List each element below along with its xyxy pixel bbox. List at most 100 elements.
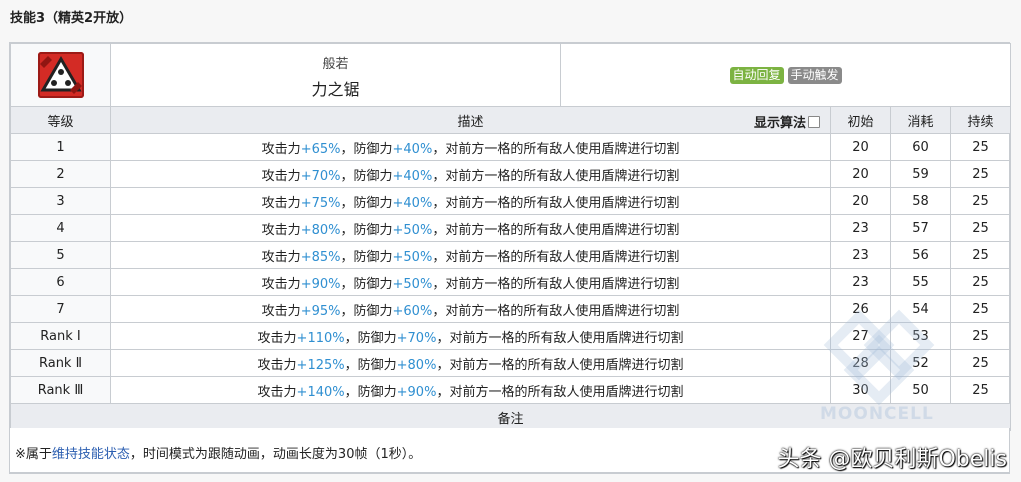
level-cell: Rank Ⅱ	[10, 349, 111, 377]
desc-atk-value: +90%	[300, 276, 341, 292]
level-rows: 1 攻击力+65%，防御力+40%，对前方一格的所有敌人使用盾牌进行切割 20 60 2…	[10, 133, 1012, 404]
desc-def-value: +50%	[392, 249, 433, 265]
col-level-header: 等级	[10, 106, 111, 134]
level-cell: Rank Ⅲ	[10, 376, 111, 404]
show-formula-toggle[interactable]: 显示算法	[754, 112, 820, 131]
desc-sep: ，	[344, 357, 358, 373]
desc-atk-value: +140%	[296, 384, 345, 400]
duration-cell: 25	[949, 241, 1012, 269]
desc-atk-value: +125%	[296, 357, 345, 373]
desc-sep: ，	[340, 168, 354, 184]
duration-cell: 25	[949, 160, 1012, 188]
col-description-header: 描述 显示算法	[110, 106, 831, 134]
cost-cell: 52	[890, 349, 951, 377]
section-title: 技能3（精英2开放）	[10, 11, 133, 26]
skill-icon-cell	[10, 43, 111, 107]
desc-atk-label: 攻击力	[261, 195, 301, 211]
cost-cell: 59	[890, 160, 951, 188]
desc-def-label: 防御力	[357, 384, 397, 400]
show-formula-label: 显示算法	[753, 116, 806, 131]
desc-atk-label: 攻击力	[257, 330, 297, 346]
desc-atk-value: +95%	[300, 303, 341, 319]
table-row: Rank Ⅱ 攻击力+125%，防御力+80%，对前方一格的所有敌人使用盾牌进行切…	[10, 349, 1012, 377]
desc-def-value: +60%	[392, 303, 433, 319]
desc-rest: ，对前方一格的所有敌人使用盾牌进行切割	[432, 195, 680, 211]
table-row: 7 攻击力+95%，防御力+60%，对前方一格的所有敌人使用盾牌进行切割 26 54 2…	[10, 295, 1012, 323]
desc-def-label: 防御力	[357, 330, 397, 346]
desc-atk-value: +70%	[300, 168, 341, 184]
desc-sep: ，	[340, 222, 354, 238]
desc-atk-label: 攻击力	[257, 357, 297, 373]
skill-tags-cell: 自动回复 手动触发	[559, 43, 1012, 107]
col-duration-header: 持续	[949, 106, 1012, 134]
credit-watermark: 头条 @欧贝利斯Obelis	[777, 447, 1008, 472]
skill-name-cell: 般若 力之锯	[110, 43, 561, 107]
desc-rest: ，对前方一格的所有敌人使用盾牌进行切割	[436, 357, 684, 373]
maintain-skill-state-link[interactable]: 维持技能状态	[52, 447, 130, 462]
initial-cell: 27	[830, 322, 891, 350]
show-formula-checkbox[interactable]	[808, 116, 820, 128]
level-cell: Rank Ⅰ	[10, 322, 111, 350]
cost-cell: 53	[890, 322, 951, 350]
desc-atk-label: 攻击力	[257, 384, 297, 400]
skill-header-row: 般若 力之锯 自动回复 手动触发	[10, 43, 1012, 107]
description-cell: 攻击力+70%，防御力+40%，对前方一格的所有敌人使用盾牌进行切割	[110, 160, 831, 188]
col-initial-header: 初始	[830, 106, 891, 134]
desc-atk-label: 攻击力	[261, 141, 301, 157]
desc-atk-label: 攻击力	[261, 222, 301, 238]
desc-rest: ，对前方一格的所有敌人使用盾牌进行切割	[432, 222, 680, 238]
level-cell: 3	[10, 187, 111, 215]
desc-sep: ，	[340, 276, 354, 292]
table-row: 5 攻击力+85%，防御力+50%，对前方一格的所有敌人使用盾牌进行切割 23 56 2…	[10, 241, 1012, 269]
desc-sep: ，	[340, 195, 354, 211]
desc-def-label: 防御力	[353, 303, 393, 319]
initial-cell: 26	[830, 295, 891, 323]
desc-def-label: 防御力	[353, 168, 393, 184]
desc-def-label: 防御力	[353, 141, 393, 157]
description-cell: 攻击力+75%，防御力+40%，对前方一格的所有敌人使用盾牌进行切割	[110, 187, 831, 215]
desc-rest: ，对前方一格的所有敌人使用盾牌进行切割	[432, 141, 680, 157]
duration-cell: 25	[949, 133, 1012, 161]
description-cell: 攻击力+125%，防御力+80%，对前方一格的所有敌人使用盾牌进行切割	[110, 349, 831, 377]
desc-def-value: +70%	[396, 330, 437, 346]
desc-def-label: 防御力	[357, 357, 397, 373]
description-cell: 攻击力+110%，防御力+70%，对前方一格的所有敌人使用盾牌进行切割	[110, 322, 831, 350]
level-cell: 1	[10, 133, 111, 161]
desc-atk-value: +80%	[300, 222, 341, 238]
desc-rest: ，对前方一格的所有敌人使用盾牌进行切割	[436, 384, 684, 400]
desc-def-value: +40%	[392, 141, 433, 157]
desc-def-value: +80%	[396, 357, 437, 373]
desc-atk-label: 攻击力	[261, 276, 301, 292]
cost-cell: 58	[890, 187, 951, 215]
initial-cell: 20	[830, 160, 891, 188]
desc-def-value: +40%	[392, 168, 433, 184]
notes-prefix: ※属于	[15, 447, 52, 462]
desc-sep: ，	[340, 303, 354, 319]
cost-cell: 55	[890, 268, 951, 296]
description-cell: 攻击力+80%，防御力+50%，对前方一格的所有敌人使用盾牌进行切割	[110, 214, 831, 242]
table-row: Rank Ⅲ 攻击力+140%，防御力+90%，对前方一格的所有敌人使用盾牌进行切…	[10, 376, 1012, 404]
table-row: 3 攻击力+75%，防御力+40%，对前方一格的所有敌人使用盾牌进行切割 20 58 2…	[10, 187, 1012, 215]
description-cell: 攻击力+90%，防御力+50%，对前方一格的所有敌人使用盾牌进行切割	[110, 268, 831, 296]
description-cell: 攻击力+65%，防御力+40%，对前方一格的所有敌人使用盾牌进行切割	[110, 133, 831, 161]
duration-cell: 25	[949, 187, 1012, 215]
desc-rest: ，对前方一格的所有敌人使用盾牌进行切割	[432, 276, 680, 292]
watermark-text: MOONCELL	[820, 404, 934, 424]
desc-sep: ，	[344, 330, 358, 346]
duration-cell: 25	[949, 295, 1012, 323]
description-cell: 攻击力+85%，防御力+50%，对前方一格的所有敌人使用盾牌进行切割	[110, 241, 831, 269]
saw-triangle-icon	[37, 52, 84, 98]
initial-cell: 23	[830, 268, 891, 296]
desc-rest: ，对前方一格的所有敌人使用盾牌进行切割	[432, 303, 680, 319]
desc-atk-label: 攻击力	[261, 168, 301, 184]
initial-cell: 30	[830, 376, 891, 404]
table-row: 4 攻击力+80%，防御力+50%，对前方一格的所有敌人使用盾牌进行切割 23 57 2…	[10, 214, 1012, 242]
desc-sep: ，	[340, 249, 354, 265]
skill-table: 般若 力之锯 自动回复 手动触发 等级 描述 显示算法 初始 消耗 持续 1 攻击力…	[9, 43, 1012, 431]
duration-cell: 25	[949, 214, 1012, 242]
desc-rest: ，对前方一格的所有敌人使用盾牌进行切割	[432, 249, 680, 265]
desc-def-value: +90%	[396, 384, 437, 400]
cost-cell: 57	[890, 214, 951, 242]
initial-cell: 28	[830, 349, 891, 377]
notes-text: ※属于维持技能状态，时间模式为跟随动画，动画长度为30帧（1秒）。	[15, 443, 421, 462]
